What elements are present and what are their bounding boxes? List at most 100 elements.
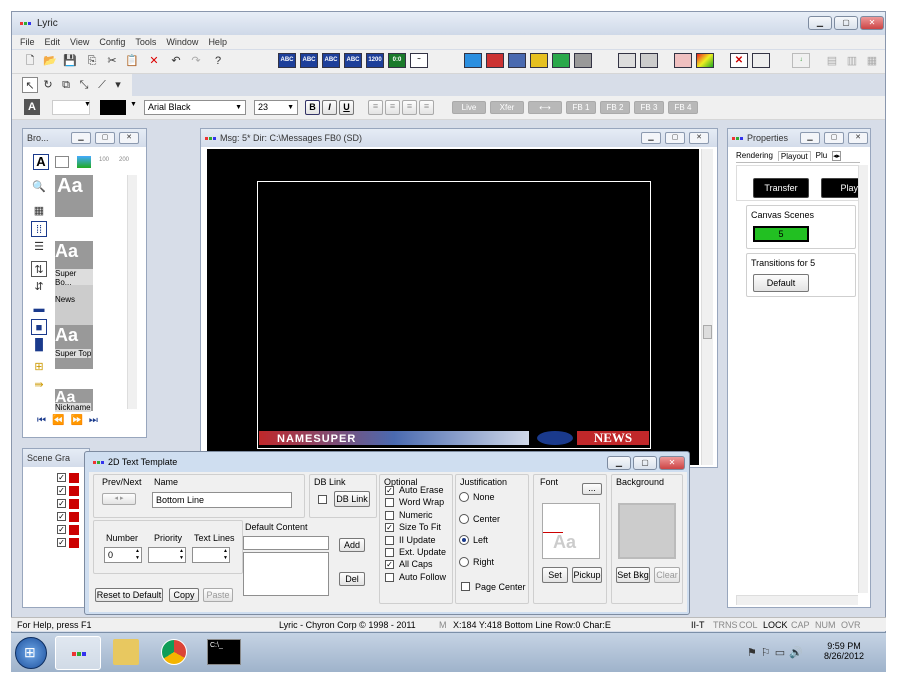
copy-icon[interactable]: ⎘: [84, 53, 100, 69]
canvas-scenes-value[interactable]: 5: [753, 226, 809, 242]
tab-rendering[interactable]: Rendering: [736, 151, 773, 160]
option-checkbox[interactable]: ✓: [385, 486, 394, 495]
minimize-button[interactable]: ▁: [808, 16, 832, 30]
menu-tools[interactable]: Tools: [135, 37, 156, 47]
properties-max-button[interactable]: ▢: [824, 132, 844, 144]
prev-next-buttons[interactable]: ◂ ▸: [102, 493, 136, 505]
template-close-button[interactable]: ✕: [659, 456, 685, 470]
name-input[interactable]: Bottom Line: [152, 492, 292, 508]
size-select[interactable]: 23 ▼: [254, 100, 298, 115]
download-icon[interactable]: ↓: [792, 53, 810, 68]
sort-az-icon[interactable]: ⇅: [31, 261, 47, 277]
properties-close-button[interactable]: ✕: [848, 132, 868, 144]
list-item[interactable]: Aa: [55, 175, 93, 217]
paste-icon[interactable]: 📋: [124, 53, 140, 69]
text-style-2-icon[interactable]: ABC: [300, 53, 318, 68]
transfer-button[interactable]: Transfer: [753, 178, 809, 198]
menu-file[interactable]: File: [20, 37, 35, 47]
reset-default-button[interactable]: Reset to Default: [95, 588, 163, 602]
align-1-icon[interactable]: ▤: [824, 53, 840, 69]
menu-view[interactable]: View: [70, 37, 89, 47]
line-tool-icon[interactable]: ⟋: [94, 77, 110, 93]
weather-icon[interactable]: [508, 53, 526, 68]
properties-titlebar[interactable]: Properties ▁ ▢ ✕: [728, 129, 870, 147]
image-icon[interactable]: [530, 53, 548, 68]
waveform-icon[interactable]: ~: [410, 53, 428, 68]
default-content-list[interactable]: [243, 552, 329, 596]
fill-dropdown-icon[interactable]: ▼: [84, 101, 91, 108]
tray-icons[interactable]: ⚑⚐▭🔊: [747, 646, 807, 659]
align-2-icon[interactable]: ▥: [844, 53, 860, 69]
last-icon[interactable]: ⏭: [89, 415, 104, 426]
message-max-button[interactable]: ▢: [665, 132, 685, 144]
start-button[interactable]: ⊞: [15, 637, 47, 669]
lock-icon[interactable]: [69, 486, 79, 496]
counter-icon[interactable]: 1200: [366, 53, 384, 68]
thumbnail-view-icon[interactable]: ⁞⁞: [31, 221, 47, 237]
clock-icon[interactable]: 0:0: [388, 53, 406, 68]
paste-button[interactable]: Paste: [203, 588, 233, 602]
close-button[interactable]: ✕: [860, 16, 884, 30]
template-min-button[interactable]: ▁: [607, 456, 631, 470]
page-center-checkbox[interactable]: [461, 582, 470, 591]
scale-icon[interactable]: ⧉: [58, 77, 74, 93]
undo-icon[interactable]: ↶: [168, 53, 184, 69]
menu-edit[interactable]: Edit: [45, 37, 61, 47]
tab-plugins[interactable]: Plu: [816, 151, 828, 160]
option-checkbox[interactable]: ✓: [385, 523, 394, 533]
taskbar-cmd-icon[interactable]: C:\_: [207, 639, 241, 665]
align-left-icon[interactable]: ≡: [368, 100, 383, 115]
play-button[interactable]: Play: [821, 178, 861, 198]
browser-scrollbar[interactable]: [127, 175, 137, 409]
text-style-1-icon[interactable]: ABC: [278, 53, 296, 68]
properties-scrollbar[interactable]: [858, 165, 868, 593]
color-icon[interactable]: [696, 53, 714, 68]
map-icon[interactable]: [552, 53, 570, 68]
message-titlebar[interactable]: Msg: 5* Dir: C:\Messages FB0 (SD) ▁ ▢ ✕: [201, 129, 717, 147]
lower-third-bar[interactable]: NAMESUPER: [259, 431, 529, 445]
tab-playout[interactable]: Playout: [777, 150, 811, 161]
message-close-button[interactable]: ✕: [689, 132, 709, 144]
justify-radio[interactable]: [459, 556, 469, 567]
crop-icon[interactable]: ⤡: [76, 77, 92, 93]
browser-min-button[interactable]: ▁: [71, 132, 91, 144]
add-button[interactable]: Add: [339, 538, 365, 552]
default-button[interactable]: Default: [753, 274, 809, 292]
list-item[interactable]: News: [55, 285, 93, 325]
monitor-icon[interactable]: [752, 53, 770, 68]
pointer-icon[interactable]: ↖: [22, 77, 38, 93]
message-scrollbar[interactable]: [701, 149, 713, 465]
new-icon[interactable]: 🗋: [22, 53, 38, 69]
menu-window[interactable]: Window: [166, 37, 198, 47]
properties-min-button[interactable]: ▁: [800, 132, 820, 144]
fb2-button[interactable]: FB 2: [600, 101, 630, 114]
list-item[interactable]: Aa Super Bo...: [55, 241, 93, 287]
message-min-button[interactable]: ▁: [641, 132, 661, 144]
priority-stepper[interactable]: ▲ ▼: [148, 547, 186, 563]
browser-close-button[interactable]: ✕: [119, 132, 139, 144]
help-pointer-icon[interactable]: ?: [210, 53, 226, 69]
dblink-button[interactable]: DB Link: [334, 491, 370, 507]
swap-button[interactable]: ⟷: [528, 101, 562, 114]
menu-config[interactable]: Config: [99, 37, 125, 47]
size-200-icon[interactable]: 200: [119, 157, 129, 163]
default-content-field[interactable]: [243, 536, 329, 550]
cut-icon[interactable]: ✂: [104, 53, 120, 69]
next-icon[interactable]: ⏩: [70, 415, 88, 426]
list-view-icon[interactable]: ☰: [31, 239, 47, 255]
chart-icon[interactable]: [486, 53, 504, 68]
italic-button[interactable]: I: [322, 100, 337, 115]
flag-icon[interactable]: ✕: [730, 53, 748, 68]
option-checkbox[interactable]: ✓: [385, 560, 394, 570]
sort-za-icon[interactable]: ⇵: [31, 279, 47, 295]
list-item[interactable]: Aa Nickname: [55, 389, 93, 412]
scene-titlebar[interactable]: Scene Gra: [23, 449, 89, 467]
del-button[interactable]: Del: [339, 572, 365, 586]
setbkg-button[interactable]: Set Bkg: [616, 567, 650, 583]
template-max-button[interactable]: ▢: [633, 456, 657, 470]
dblink-checkbox[interactable]: [318, 495, 327, 504]
option-checkbox[interactable]: [385, 572, 394, 582]
taskbar-chrome-icon[interactable]: [161, 639, 187, 665]
rotate-icon[interactable]: ↻: [40, 77, 56, 93]
option-checkbox[interactable]: [385, 548, 394, 557]
